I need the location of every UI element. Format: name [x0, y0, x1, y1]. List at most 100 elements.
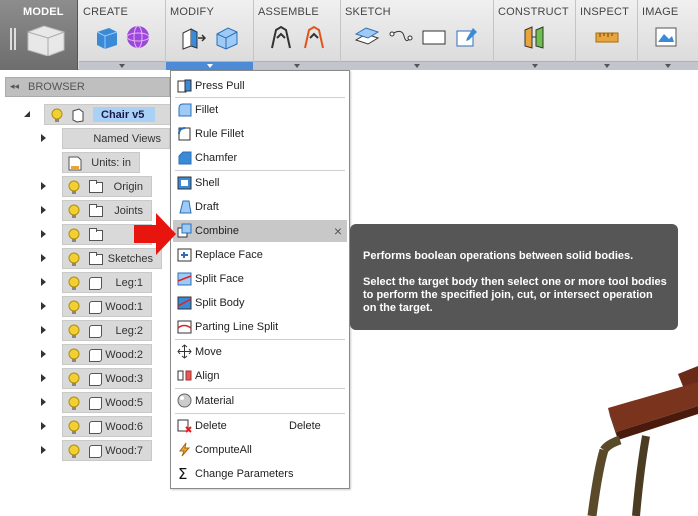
toolbar-section-construct[interactable]: CONSTRUCT	[494, 0, 576, 70]
menu-item-rule-fillet[interactable]: Rule Fillet	[173, 123, 347, 145]
close-icon[interactable]: ×	[334, 223, 342, 239]
visibility-bulb-icon[interactable]	[68, 420, 80, 435]
split-body-icon	[177, 296, 192, 310]
tree-node[interactable]: Leg:1	[62, 272, 152, 293]
menu-item-combine[interactable]: Combine ×	[173, 220, 347, 242]
browser-header[interactable]: ◂◂ BROWSER	[5, 77, 170, 97]
expand-arrow-icon[interactable]	[41, 302, 46, 310]
menu-item-shell[interactable]: Shell	[173, 172, 347, 194]
menu-separator	[175, 413, 345, 414]
modify-dropdown-menu: Press Pull Fillet Rule Fillet Chamfer Shell D…	[170, 70, 350, 489]
visibility-bulb-icon[interactable]	[51, 108, 63, 123]
tree-node[interactable]: Named Views	[62, 128, 170, 149]
visibility-bulb-icon[interactable]	[68, 228, 80, 243]
expand-root-icon[interactable]	[24, 111, 30, 117]
menu-item-chamfer[interactable]: Chamfer	[173, 147, 347, 169]
tree-row[interactable]: Wood:7	[38, 440, 168, 461]
expand-arrow-icon[interactable]	[41, 254, 46, 262]
visibility-bulb-icon[interactable]	[68, 348, 80, 363]
visibility-bulb-icon[interactable]	[68, 396, 80, 411]
menu-item-press-pull[interactable]: Press Pull	[173, 75, 347, 97]
stop-sketch-icon	[456, 28, 477, 47]
tree-node-label: Wood:2	[105, 349, 143, 361]
expand-arrow-icon[interactable]	[41, 374, 46, 382]
toolbar-section-create[interactable]: CREATE	[79, 0, 166, 70]
toolbar-section-image[interactable]: IMAGE	[638, 0, 698, 70]
tree-node[interactable]: Wood:6	[62, 416, 152, 437]
visibility-bulb-icon[interactable]	[68, 300, 80, 315]
expand-arrow-icon[interactable]	[41, 182, 46, 190]
assemble-dropdown-caret[interactable]	[254, 61, 340, 70]
tree-node[interactable]: Leg:2	[62, 320, 152, 341]
menu-item-move[interactable]: Move	[173, 341, 347, 363]
menu-item-split-body[interactable]: Split Body	[173, 292, 347, 314]
menu-item-draft[interactable]: Draft	[173, 196, 347, 218]
visibility-bulb-icon[interactable]	[68, 444, 80, 459]
tree-node[interactable]: Wood:7	[62, 440, 152, 461]
expand-arrow-icon[interactable]	[41, 206, 46, 214]
tree-row[interactable]: Leg:2	[38, 320, 168, 341]
inspect-dropdown-caret[interactable]	[576, 61, 637, 70]
menu-item-align[interactable]: Align	[173, 365, 347, 387]
expand-arrow-icon[interactable]	[41, 446, 46, 454]
toolbar-section-assemble[interactable]: ASSEMBLE	[254, 0, 341, 70]
image-dropdown-caret[interactable]	[638, 61, 698, 70]
tree-node[interactable]: Origin	[62, 176, 152, 197]
visibility-bulb-icon[interactable]	[68, 372, 80, 387]
tree-row[interactable]: Wood:5	[38, 392, 168, 413]
collapse-panel-icon[interactable]: ◂◂	[10, 81, 19, 92]
tree-node[interactable]: Wood:5	[62, 392, 152, 413]
expand-arrow-icon[interactable]	[41, 278, 46, 286]
chair-model-viewport[interactable]	[560, 360, 698, 516]
visibility-bulb-icon[interactable]	[68, 204, 80, 219]
menu-item-parting-line-split[interactable]: Parting Line Split	[173, 316, 347, 338]
menu-item-delete[interactable]: Delete Delete	[173, 415, 347, 437]
folder-icon	[89, 180, 103, 193]
tree-row[interactable]: Leg:1	[38, 272, 168, 293]
sketch-dropdown-caret[interactable]	[341, 61, 493, 70]
toolbar-section-inspect[interactable]: INSPECT	[576, 0, 638, 70]
expand-arrow-icon[interactable]	[41, 422, 46, 430]
tree-row[interactable]: Wood:3	[38, 368, 168, 389]
menu-item-label: Shell	[195, 177, 220, 189]
expand-arrow-icon[interactable]	[41, 230, 46, 238]
menu-item-split-face[interactable]: Split Face	[173, 268, 347, 290]
tree-node[interactable]: Wood:2	[62, 344, 152, 365]
visibility-bulb-icon[interactable]	[68, 276, 80, 291]
tree-root-row[interactable]: Chair v5	[20, 104, 172, 125]
tree-node[interactable]: Wood:1	[62, 296, 152, 317]
tree-row[interactable]: Origin	[38, 176, 168, 197]
expand-arrow-icon[interactable]	[41, 326, 46, 334]
toolbar-section-sketch[interactable]: SKETCH	[341, 0, 494, 70]
folder-icon	[89, 252, 103, 265]
menu-item-compute-all[interactable]: ComputeAll	[173, 439, 347, 461]
expand-arrow-icon[interactable]	[41, 350, 46, 358]
visibility-bulb-icon[interactable]	[68, 252, 80, 267]
menu-item-material[interactable]: Material	[173, 390, 347, 412]
menu-item-label: Align	[195, 370, 220, 382]
tree-row[interactable]: Wood:6	[38, 416, 168, 437]
menu-item-label: Draft	[195, 201, 219, 213]
expand-arrow-icon[interactable]	[41, 134, 46, 142]
modify-dropdown-caret[interactable]	[166, 61, 253, 70]
menu-item-replace-face[interactable]: Replace Face	[173, 244, 347, 266]
menu-item-label: Split Face	[195, 273, 244, 285]
tree-node[interactable]: Units: in	[62, 152, 140, 173]
tree-node[interactable]: Wood:3	[62, 368, 152, 389]
menu-item-fillet[interactable]: Fillet	[173, 99, 347, 121]
tree-row[interactable]: Wood:1	[38, 296, 168, 317]
model-cube-icon	[10, 25, 65, 56]
construct-dropdown-caret[interactable]	[494, 61, 575, 70]
rectangle-icon	[422, 30, 446, 45]
root-node[interactable]: Chair v5	[44, 104, 172, 125]
expand-arrow-icon[interactable]	[41, 398, 46, 406]
visibility-bulb-icon[interactable]	[68, 180, 80, 195]
tree-row[interactable]: Named Views	[38, 128, 170, 149]
menu-item-sigma[interactable]: Σ Change Parameters	[173, 463, 347, 485]
create-dropdown-caret[interactable]	[79, 61, 165, 70]
visibility-bulb-icon[interactable]	[68, 324, 80, 339]
toolbar-section-modify[interactable]: MODIFY	[166, 0, 254, 70]
workspace-switcher-model[interactable]: MODEL	[0, 0, 78, 70]
tree-row[interactable]: Wood:2	[38, 344, 168, 365]
tree-row[interactable]: Units: in	[38, 152, 168, 173]
